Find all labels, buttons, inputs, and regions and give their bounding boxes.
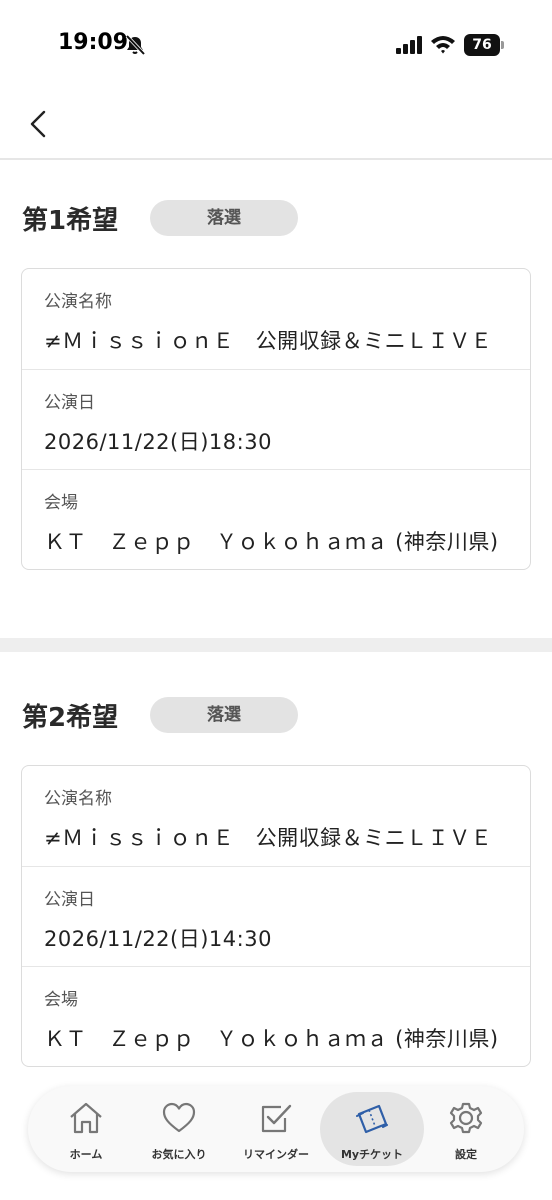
status-badge-1: 落選 [150, 200, 298, 236]
performance-name-row: 公演名称 ≠ＭｉｓｓｉｏｎＥ 公開収録＆ミニＬＩＶＥ [22, 269, 530, 369]
row-label: 会場 [44, 493, 78, 513]
section-divider [0, 638, 552, 652]
row-value: ＫＴ Ｚｅｐｐ Ｙｏｋｏｈａｍａ (神奈川県) [44, 1027, 499, 1051]
tab-label: 設定 [455, 1148, 477, 1161]
row-value: 2026/11/22(日)14:30 [44, 927, 272, 951]
status-time: 19:09 [58, 30, 129, 55]
tab-reminder[interactable]: リマインダー [224, 1092, 328, 1166]
bottom-tab-bar: ホーム お気に入り リマインダー Myチケット 設定 [28, 1086, 524, 1172]
header-divider [0, 158, 552, 160]
performance-date-row: 公演日 2026/11/22(日)18:30 [22, 369, 530, 469]
tab-label: リマインダー [243, 1148, 309, 1161]
tab-label: お気に入り [151, 1148, 207, 1161]
battery-cap [501, 41, 504, 49]
row-value: 2026/11/22(日)18:30 [44, 430, 272, 454]
section-title-2: 第2希望 [22, 703, 119, 733]
performance-name-row: 公演名称 ≠ＭｉｓｓｉｏｎＥ 公開収録＆ミニＬＩＶＥ [22, 766, 530, 866]
back-button[interactable] [22, 104, 56, 144]
row-label: 公演名称 [44, 292, 112, 312]
home-icon [70, 1102, 102, 1134]
tab-label: ホーム [69, 1148, 103, 1161]
status-badge-2: 落選 [150, 697, 298, 733]
cellular-signal-icon [396, 36, 422, 54]
row-value: ＫＴ Ｚｅｐｐ Ｙｏｋｏｈａｍａ (神奈川県) [44, 530, 499, 554]
wifi-icon [431, 36, 455, 54]
row-label: 公演日 [44, 393, 95, 413]
battery-indicator: 76 [464, 34, 504, 56]
venue-row: 会場 ＫＴ Ｚｅｐｐ Ｙｏｋｏｈａｍａ (神奈川県) [22, 469, 530, 569]
performance-date-row: 公演日 2026/11/22(日)14:30 [22, 866, 530, 966]
tab-my-ticket[interactable]: Myチケット [320, 1092, 424, 1166]
tab-favorites[interactable]: お気に入り [127, 1092, 231, 1166]
tab-home[interactable]: ホーム [34, 1092, 138, 1166]
row-value: ≠ＭｉｓｓｉｏｎＥ 公開収録＆ミニＬＩＶＥ [44, 826, 493, 850]
gear-icon [449, 1102, 483, 1134]
section-title-1: 第1希望 [22, 206, 119, 236]
tab-label: Myチケット [340, 1148, 404, 1161]
venue-row: 会場 ＫＴ Ｚｅｐｐ Ｙｏｋｏｈａｍａ (神奈川県) [22, 966, 530, 1066]
status-bar: 19:09 76 [0, 0, 552, 90]
battery-level: 76 [472, 37, 492, 53]
ticket-card-2: 公演名称 ≠ＭｉｓｓｉｏｎＥ 公開収録＆ミニＬＩＶＥ 公演日 2026/11/2… [21, 765, 531, 1067]
row-label: 公演日 [44, 890, 95, 910]
bell-muted-icon [125, 34, 146, 56]
row-label: 会場 [44, 990, 78, 1010]
row-label: 公演名称 [44, 789, 112, 809]
ticket-icon [356, 1104, 388, 1134]
row-value: ≠ＭｉｓｓｉｏｎＥ 公開収録＆ミニＬＩＶＥ [44, 329, 493, 353]
tab-settings[interactable]: 設定 [414, 1092, 518, 1166]
ticket-card-1: 公演名称 ≠ＭｉｓｓｉｏｎＥ 公開収録＆ミニＬＩＶＥ 公演日 2026/11/2… [21, 268, 531, 570]
heart-icon [162, 1102, 196, 1133]
checkbox-icon [261, 1104, 292, 1133]
